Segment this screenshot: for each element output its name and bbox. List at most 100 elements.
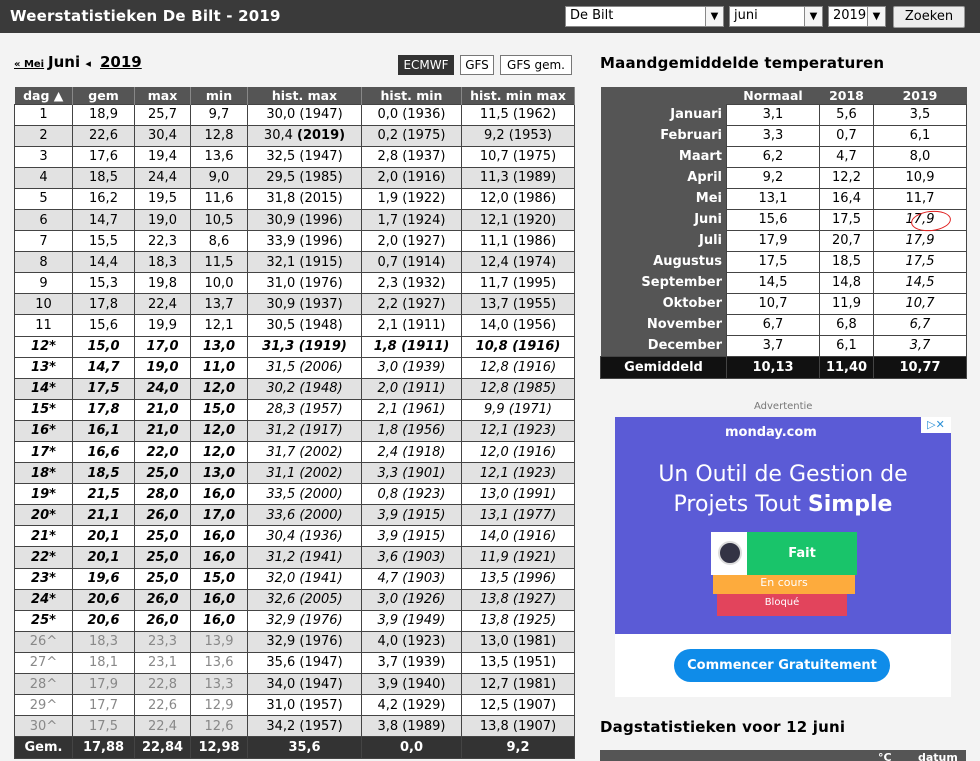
model-gfs-button[interactable]: GFS (460, 55, 494, 75)
cell-hmm: 12,4 (1974) (461, 251, 575, 274)
cell-hmm: 9,2 (1953) (461, 124, 575, 147)
cell-max: 28,0 (134, 483, 191, 506)
cell-hmin: 3,3 (1901) (361, 462, 462, 485)
station-select[interactable]: De Bilt ▼ (565, 6, 724, 27)
cell-gem: 18,9 (72, 103, 135, 126)
cell-b: 8,0 (873, 145, 967, 168)
ad-choices-icon[interactable]: ▷✕ (921, 417, 951, 433)
cell-gem: 20,1 (72, 525, 135, 548)
ad-banner[interactable]: monday.com ▷✕ Un Outil de Gestion de Pro… (615, 417, 951, 697)
cell-dag: 12* (14, 335, 73, 358)
cell-min: 13,3 (190, 673, 248, 696)
cell-a: 11,9 (819, 292, 874, 315)
table-row: 28^ 17,9 22,8 13,3 34,0 (1947) 3,9 (1940) 12,7… (14, 673, 575, 696)
header-hist-min-max: hist. min max (461, 87, 575, 104)
cell-dag: 1 (14, 103, 73, 126)
header-hist-max: hist. max (247, 87, 362, 104)
cell-dag: 11 (14, 314, 73, 337)
cell-min: 11,0 (190, 356, 248, 379)
cell-dag: 16* (14, 419, 73, 443)
cell-hmax: 31,3 (1919) (247, 335, 362, 358)
chevron-down-icon: ▼ (867, 7, 885, 26)
cell-max: 22,8 (134, 673, 191, 696)
month-name: Augustus (600, 251, 727, 272)
cell-gem: 22,6 (72, 124, 135, 147)
month-name: Januari (600, 104, 727, 125)
year-link[interactable]: 2019 (100, 53, 142, 71)
footer-hmax: 35,6 (247, 736, 362, 760)
cell-dag: 26^ (14, 630, 73, 653)
cell-max: 26,0 (134, 504, 191, 527)
model-gfs-gem-button[interactable]: GFS gem. (500, 55, 572, 75)
cell-max: 24,0 (134, 377, 191, 400)
cell-b: 17,9 (873, 229, 967, 252)
cell-hmax: 31,2 (1917) (247, 419, 362, 443)
cell-gem: 14,7 (72, 208, 135, 232)
table-row: 1 18,9 25,7 9,7 30,0 (1947) 0,0 (1936) 11,5 (1… (14, 103, 575, 126)
cell-max: 23,3 (134, 630, 191, 653)
header-dag[interactable]: dag ▲ (14, 87, 73, 104)
cell-dag: 29^ (14, 694, 73, 717)
year-select[interactable]: 2019 ▼ (828, 6, 886, 27)
cell-a: 4,7 (819, 145, 874, 168)
header-min: min (190, 87, 248, 104)
prev-month-link[interactable]: « Mei (14, 59, 44, 70)
table-row: 22* 20,1 25,0 16,0 31,2 (1941) 3,6 (1903) 11,9… (14, 546, 575, 569)
cell-b: 3,7 (873, 334, 967, 357)
cell-dag: 18* (14, 462, 73, 485)
table-row: 12* 15,0 17,0 13,0 31,3 (1919) 1,8 (1911) 10,8… (14, 335, 575, 358)
cell-max: 22,0 (134, 440, 191, 464)
table-row: Juli 17,9 20,7 17,9 (600, 229, 967, 252)
cell-gem: 14,4 (72, 251, 135, 274)
cell-hmm: 12,7 (1981) (461, 673, 575, 696)
cell-max: 17,0 (134, 335, 191, 358)
cell-b: 3,5 (873, 103, 967, 126)
cell-dag: 27^ (14, 651, 73, 675)
cell-a: 6,8 (819, 313, 874, 336)
cell-hmm: 11,7 (1995) (461, 272, 575, 295)
ad-headline-1: Un Outil de Gestion de (658, 462, 908, 487)
cell-hmax: 31,1 (2002) (247, 462, 362, 485)
cell-min: 13,0 (190, 335, 248, 358)
cell-min: 16,0 (190, 588, 248, 611)
search-button[interactable]: Zoeken (893, 6, 965, 28)
table-row: September 14,5 14,8 14,5 (600, 271, 967, 294)
ad-headline-2-text: Projets Tout (673, 492, 808, 517)
chevron-down-icon: ▼ (705, 7, 723, 26)
table-row: 10 17,8 22,4 13,7 30,9 (1937) 2,2 (1927) 13,7 … (14, 293, 575, 316)
cell-dag: 10 (14, 293, 73, 316)
table-row: 18* 18,5 25,0 13,0 31,1 (2002) 3,3 (1901) 12,1… (14, 462, 575, 485)
cell-n: 14,5 (726, 271, 820, 294)
table-row: 19* 21,5 28,0 16,0 33,5 (2000) 0,8 (1923) 13,0… (14, 483, 575, 506)
ad-cta-button[interactable]: Commencer Gratuitement (674, 649, 890, 682)
cell-dag: 6 (14, 208, 73, 232)
table-row: 17* 16,6 22,0 12,0 31,7 (2002) 2,4 (1918) 12,0… (14, 440, 575, 464)
month-name: Juli (600, 230, 727, 251)
cell-dag: 30^ (14, 715, 73, 738)
cell-min: 8,6 (190, 230, 248, 253)
cell-hmin: 4,7 (1903) (361, 567, 462, 590)
table-row: 9 15,3 19,8 10,0 31,0 (1976) 2,3 (1932) 11,7 (… (14, 272, 575, 295)
cell-hmax: 30,5 (1948) (247, 314, 362, 337)
cell-hmin: 3,9 (1915) (361, 525, 462, 548)
cell-hmax: 34,2 (1957) (247, 715, 362, 738)
cell-hmm: 11,3 (1989) (461, 166, 575, 189)
table-row: 4 18,5 24,4 9,0 29,5 (1985) 2,0 (1916) 11,3 (1… (14, 166, 575, 189)
month-select[interactable]: juni ▼ (729, 6, 823, 27)
table-row: Oktober 10,7 11,9 10,7 (600, 292, 967, 315)
table-row: 30^ 17,5 22,4 12,6 34,2 (1957) 3,8 (1989) 13,8… (14, 715, 575, 738)
cell-gem: 16,6 (72, 440, 135, 464)
cell-value: 30,4 (263, 128, 297, 144)
cell-dag: 2 (14, 124, 73, 147)
cell-max: 19,9 (134, 314, 191, 337)
cell-hmin: 2,1 (1961) (361, 398, 462, 421)
model-ecmwf-button[interactable]: ECMWF (398, 55, 454, 75)
cell-dag: 28^ (14, 673, 73, 696)
table-row: 26^ 18,3 23,3 13,9 32,9 (1976) 4,0 (1923) 13,0… (14, 630, 575, 653)
cell-hmm: 12,5 (1907) (461, 694, 575, 717)
month-name: November (600, 314, 727, 335)
cell-a: 0,7 (819, 124, 874, 147)
cell-gem: 21,5 (72, 483, 135, 506)
cell-a: 18,5 (819, 250, 874, 273)
cell-hmin: 3,7 (1939) (361, 651, 462, 675)
